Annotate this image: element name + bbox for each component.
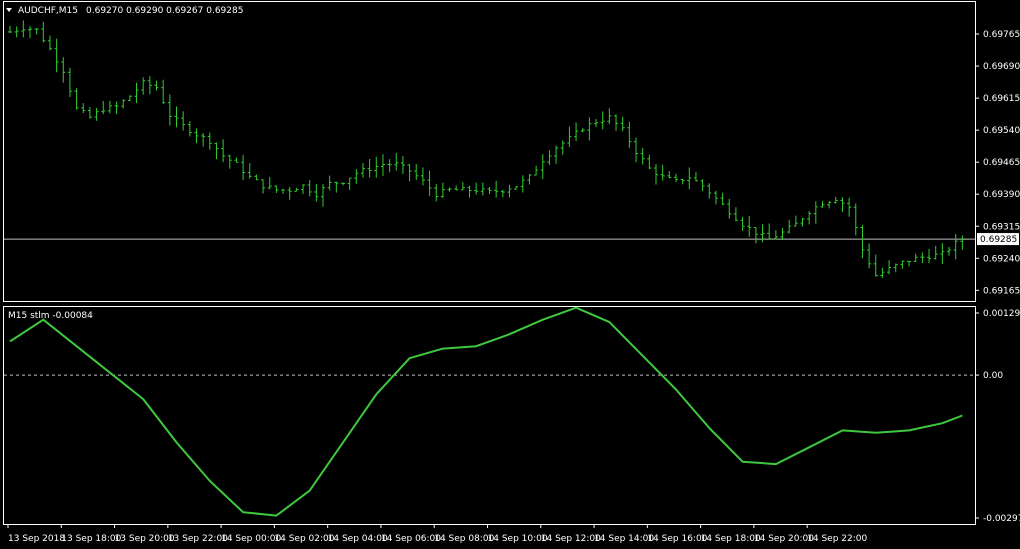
price-chart-window[interactable]: 0.69765 0.69690 0.69615 0.69540 0.69465 0.693… [0,0,1020,549]
time-tick-label: 14 Sep 00:00 [221,534,281,544]
chart-background [0,0,1020,549]
time-tick-label: 14 Sep 18:00 [701,534,761,544]
bid-price-label: 0.69285 [980,235,1017,245]
symbol-header: AUDCHF,M15 [18,6,78,16]
price-tick-label: 0.69540 [983,126,1020,136]
indicator-tick-label: -0.00297 [983,514,1020,524]
time-tick-label: 14 Sep 22:00 [807,534,867,544]
time-tick-label: 14 Sep 08:00 [434,534,494,544]
indicator-tick-label: 0.00 [983,371,1003,381]
time-tick-label: 13 Sep 18:00 [61,534,121,544]
indicator-label: M15 stlm -0.00084 [8,311,93,321]
price-tick-label: 0.69690 [983,62,1020,72]
time-tick-label: 14 Sep 06:00 [381,534,441,544]
time-tick-label: 13 Sep 2018 [8,534,65,544]
symbol-header-values: 0.69270 0.69290 0.69267 0.69285 [86,6,243,16]
time-tick-label: 13 Sep 22:00 [168,534,228,544]
price-tick-label: 0.69315 [983,222,1020,232]
price-tick-label: 0.69765 [983,30,1020,40]
time-tick-label: 13 Sep 20:00 [115,534,175,544]
price-tick-label: 0.69465 [983,158,1020,168]
price-tick-label: 0.69240 [983,254,1020,264]
time-tick-label: 14 Sep 02:00 [274,534,334,544]
time-tick-label: 14 Sep 20:00 [754,534,814,544]
time-tick-label: 14 Sep 14:00 [594,534,654,544]
price-tick-label: 0.69165 [983,286,1020,296]
time-tick-label: 14 Sep 12:00 [541,534,601,544]
price-tick-label: 0.69615 [983,94,1020,104]
price-tick-label: 0.69390 [983,190,1020,200]
indicator-tick-label: 0.00129 [983,309,1020,319]
time-tick-label: 14 Sep 04:00 [328,534,388,544]
time-tick-label: 14 Sep 10:00 [488,534,548,544]
time-tick-label: 14 Sep 16:00 [647,534,707,544]
